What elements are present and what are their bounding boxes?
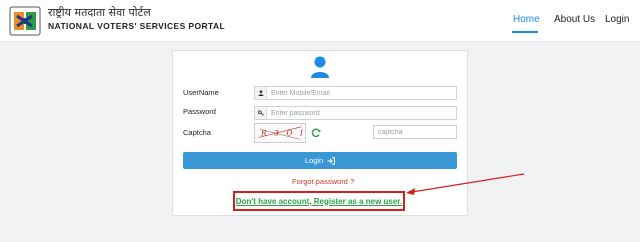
username-addon (255, 87, 267, 99)
nav-home-underline (512, 31, 538, 33)
user-icon (258, 90, 264, 96)
login-button[interactable]: Login (183, 152, 457, 169)
key-icon (258, 110, 264, 116)
eci-logo-icon (9, 6, 41, 36)
captcha-input[interactable] (373, 125, 457, 139)
brand-title-english: NATIONAL VOTERS' SERVICES PORTAL (48, 21, 226, 31)
username-label: UserName (183, 88, 219, 97)
nav-login[interactable]: Login (605, 14, 629, 25)
username-input[interactable] (269, 87, 455, 99)
user-avatar-icon (311, 56, 329, 78)
top-header: राष्ट्रीय मतदाता सेवा पोर्टल NATIONAL VO… (0, 0, 640, 42)
login-button-label: Login (304, 156, 324, 165)
nav-about-us[interactable]: About Us (554, 14, 595, 25)
brand-title-hindi: राष्ट्रीय मतदाता सेवा पोर्टल (48, 6, 151, 19)
captcha-text: R 3 O I D (260, 129, 306, 138)
password-label: Password (183, 107, 216, 116)
password-field-wrapper (254, 106, 457, 120)
refresh-captcha-icon[interactable] (311, 128, 321, 138)
register-link[interactable]: Don't have account, Register as a new us… (236, 197, 402, 206)
password-input[interactable] (269, 107, 455, 119)
forgot-password-link[interactable]: Forgot password ? (292, 177, 354, 186)
captcha-image: R 3 O I D (254, 123, 306, 143)
captcha-label: Captcha (183, 128, 211, 137)
password-addon (255, 107, 267, 119)
nav-home[interactable]: Home (513, 14, 540, 25)
username-field-wrapper (254, 86, 457, 100)
sign-in-icon (327, 156, 336, 165)
register-highlight-box: Don't have account, Register as a new us… (233, 191, 405, 211)
annotation-arrow-icon (406, 173, 525, 195)
